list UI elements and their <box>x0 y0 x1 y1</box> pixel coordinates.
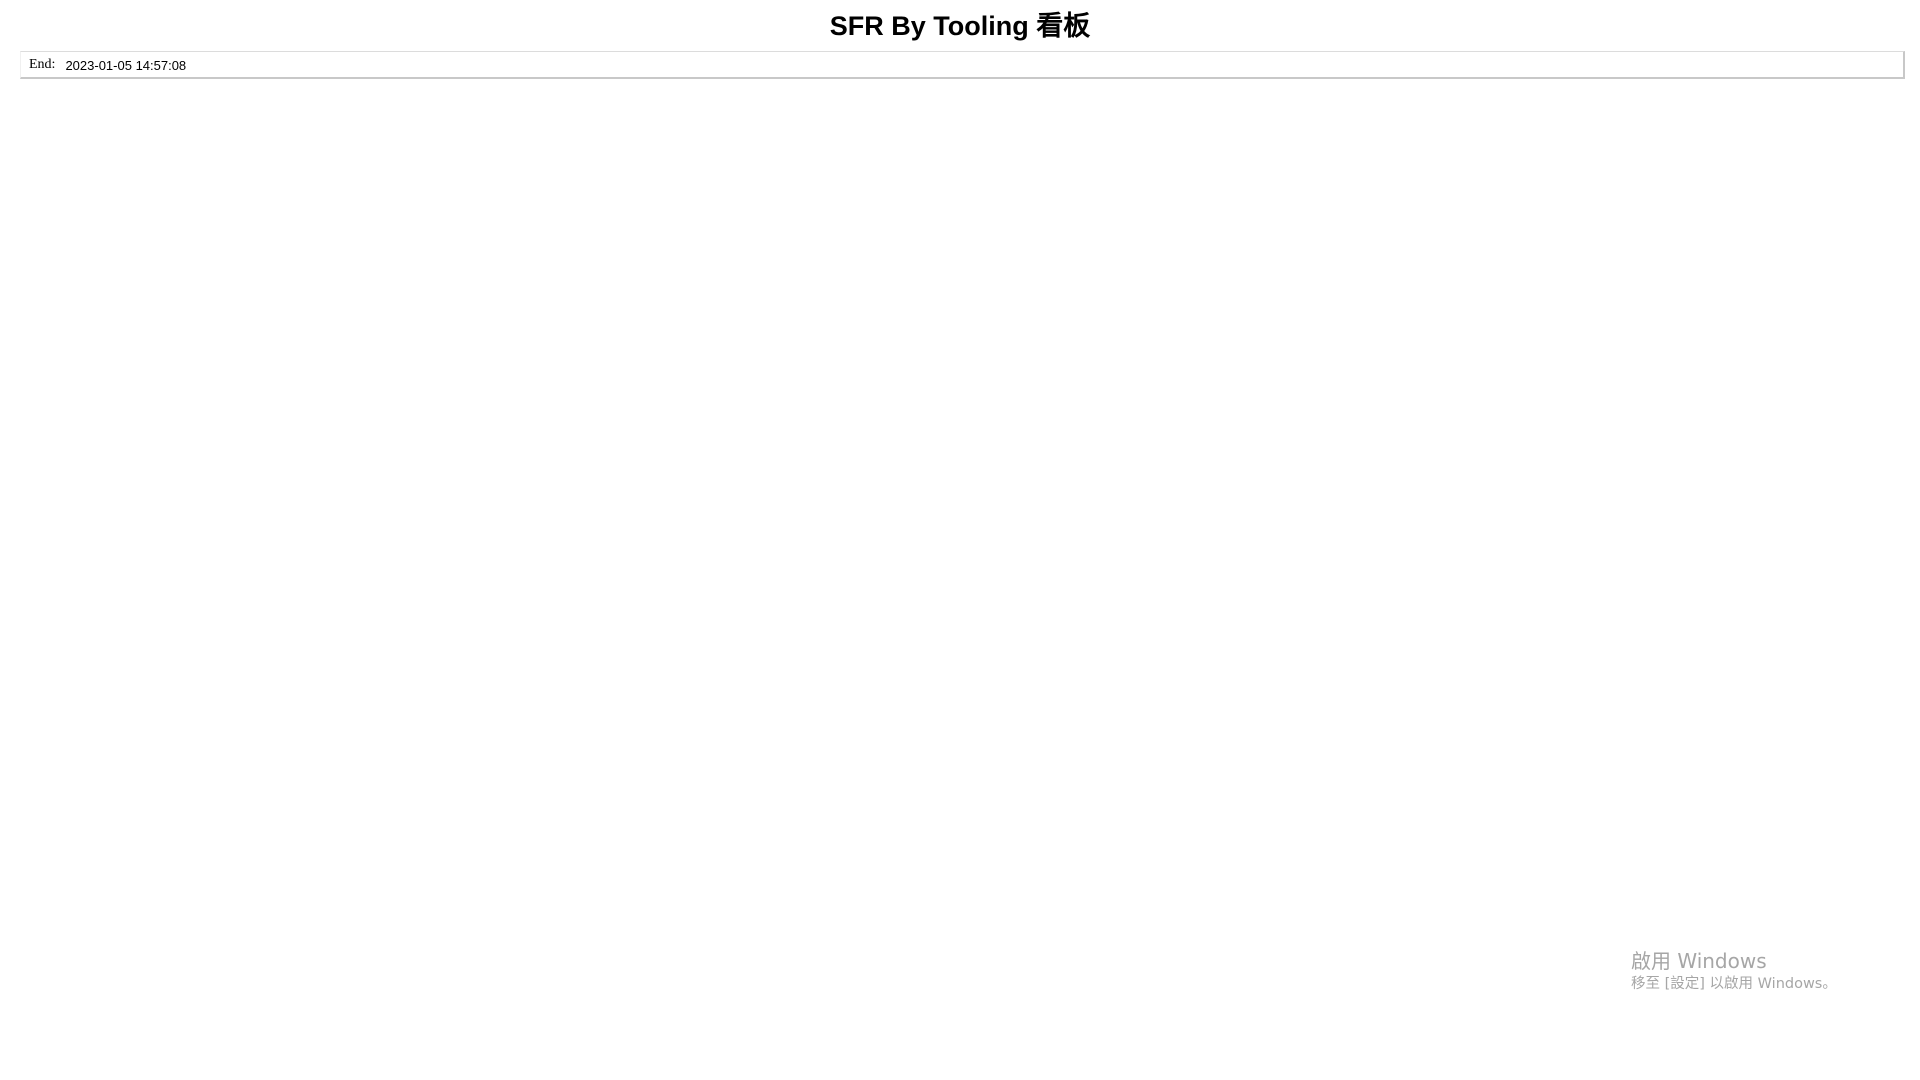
filter-panel: End: 2023-01-05 14:57:08 <box>20 51 1905 79</box>
watermark-subtitle: 移至 [設定] 以啟用 Windows。 <box>1631 976 1837 992</box>
watermark-title: 啟用 Windows <box>1631 949 1767 973</box>
dashboard-page: SFR By Tooling 看板 End: 2023-01-05 14:57:… <box>0 0 1920 1080</box>
end-date-label: End: <box>29 57 56 72</box>
page-title: SFR By Tooling 看板 <box>829 11 1091 41</box>
windows-activation-watermark: 啟用 Windows 移至 [設定] 以啟用 Windows。 <box>1631 948 1837 994</box>
end-date-value[interactable]: 2023-01-05 14:57:08 <box>65 58 186 73</box>
end-date-row: End: 2023-01-05 14:57:08 <box>29 56 186 74</box>
